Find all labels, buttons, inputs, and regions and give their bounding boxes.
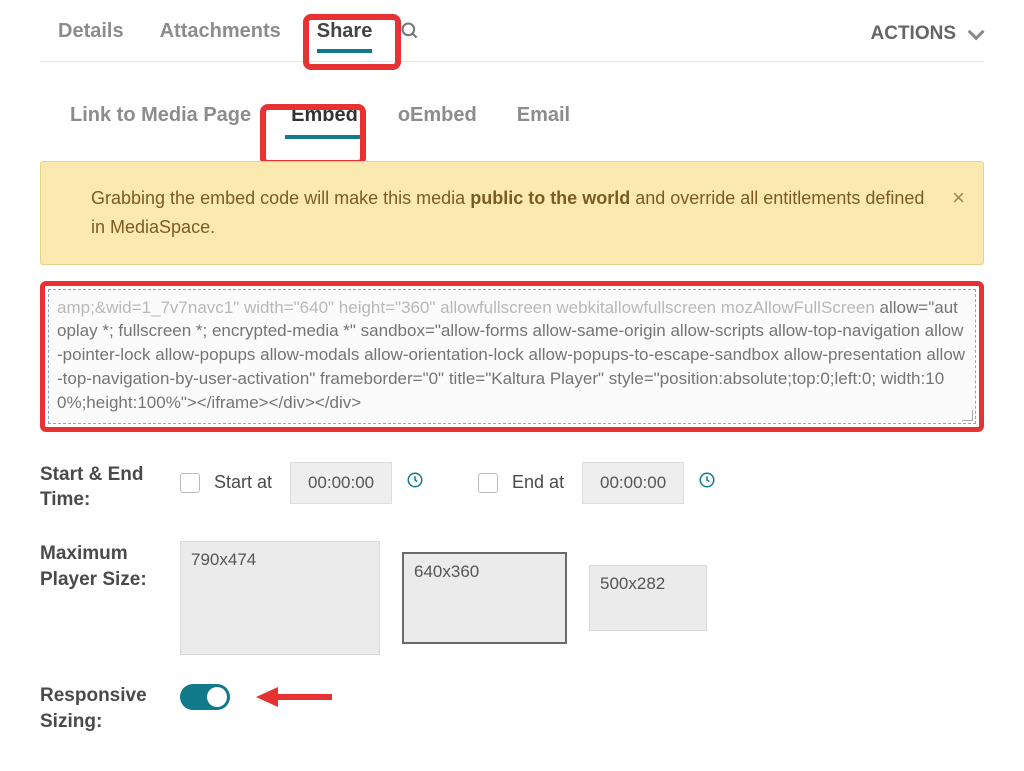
actions-dropdown[interactable]: ACTIONS — [871, 23, 985, 45]
label-end-at: End at — [512, 472, 564, 493]
embed-code-partial-top: amp;&wid=1_7v7navc1" width="640" height=… — [57, 298, 875, 317]
warning-alert: Grabbing the embed code will make this m… — [40, 161, 984, 265]
primary-tabs: Details Attachments Share ACTIONS — [40, 10, 984, 62]
annotation-highlight-embed-code: amp;&wid=1_7v7navc1" width="640" height=… — [40, 281, 984, 432]
clock-icon[interactable] — [698, 471, 716, 494]
actions-label: ACTIONS — [871, 23, 957, 45]
subtab-link-to-media-page[interactable]: Link to Media Page — [50, 94, 271, 141]
label-start-end-time: Start & End Time: — [40, 462, 180, 513]
tab-details[interactable]: Details — [40, 10, 142, 57]
share-subtabs: Link to Media Page Embed oEmbed Email — [40, 94, 984, 141]
checkbox-end-at[interactable] — [478, 473, 498, 493]
alert-text-pre: Grabbing the embed code will make this m… — [91, 188, 470, 208]
size-option-0[interactable]: 790x474 — [180, 541, 380, 655]
input-end-time[interactable]: 00:00:00 — [582, 462, 684, 504]
row-maximum-player-size: Maximum Player Size: 790x474 640x360 500… — [40, 541, 984, 655]
toggle-responsive-sizing[interactable] — [180, 684, 230, 710]
chevron-down-icon — [968, 23, 985, 40]
label-maximum-player-size: Maximum Player Size: — [40, 541, 180, 592]
size-option-1[interactable]: 640x360 — [402, 552, 567, 644]
row-responsive-sizing: Responsive Sizing: — [40, 683, 984, 734]
alert-text-bold: public to the world — [470, 188, 630, 208]
label-start-at: Start at — [214, 472, 272, 493]
checkbox-start-at[interactable] — [180, 473, 200, 493]
tab-attachments[interactable]: Attachments — [142, 10, 299, 57]
close-icon[interactable]: × — [952, 180, 965, 215]
embed-code-textarea[interactable]: amp;&wid=1_7v7navc1" width="640" height=… — [48, 289, 976, 424]
annotation-arrow-icon — [254, 683, 334, 711]
subtab-email[interactable]: Email — [497, 94, 590, 141]
row-start-end-time: Start & End Time: Start at 00:00:00 End … — [40, 462, 984, 513]
size-option-2[interactable]: 500x282 — [589, 565, 707, 631]
embed-options-form: Start & End Time: Start at 00:00:00 End … — [40, 462, 984, 735]
tab-share[interactable]: Share — [299, 10, 391, 57]
subtab-oembed[interactable]: oEmbed — [378, 94, 497, 141]
subtab-embed[interactable]: Embed — [271, 94, 378, 141]
resize-handle-icon[interactable] — [961, 409, 973, 421]
search-icon[interactable] — [400, 21, 420, 46]
input-start-time[interactable]: 00:00:00 — [290, 462, 392, 504]
label-responsive-sizing: Responsive Sizing: — [40, 683, 180, 734]
clock-icon[interactable] — [406, 471, 424, 494]
